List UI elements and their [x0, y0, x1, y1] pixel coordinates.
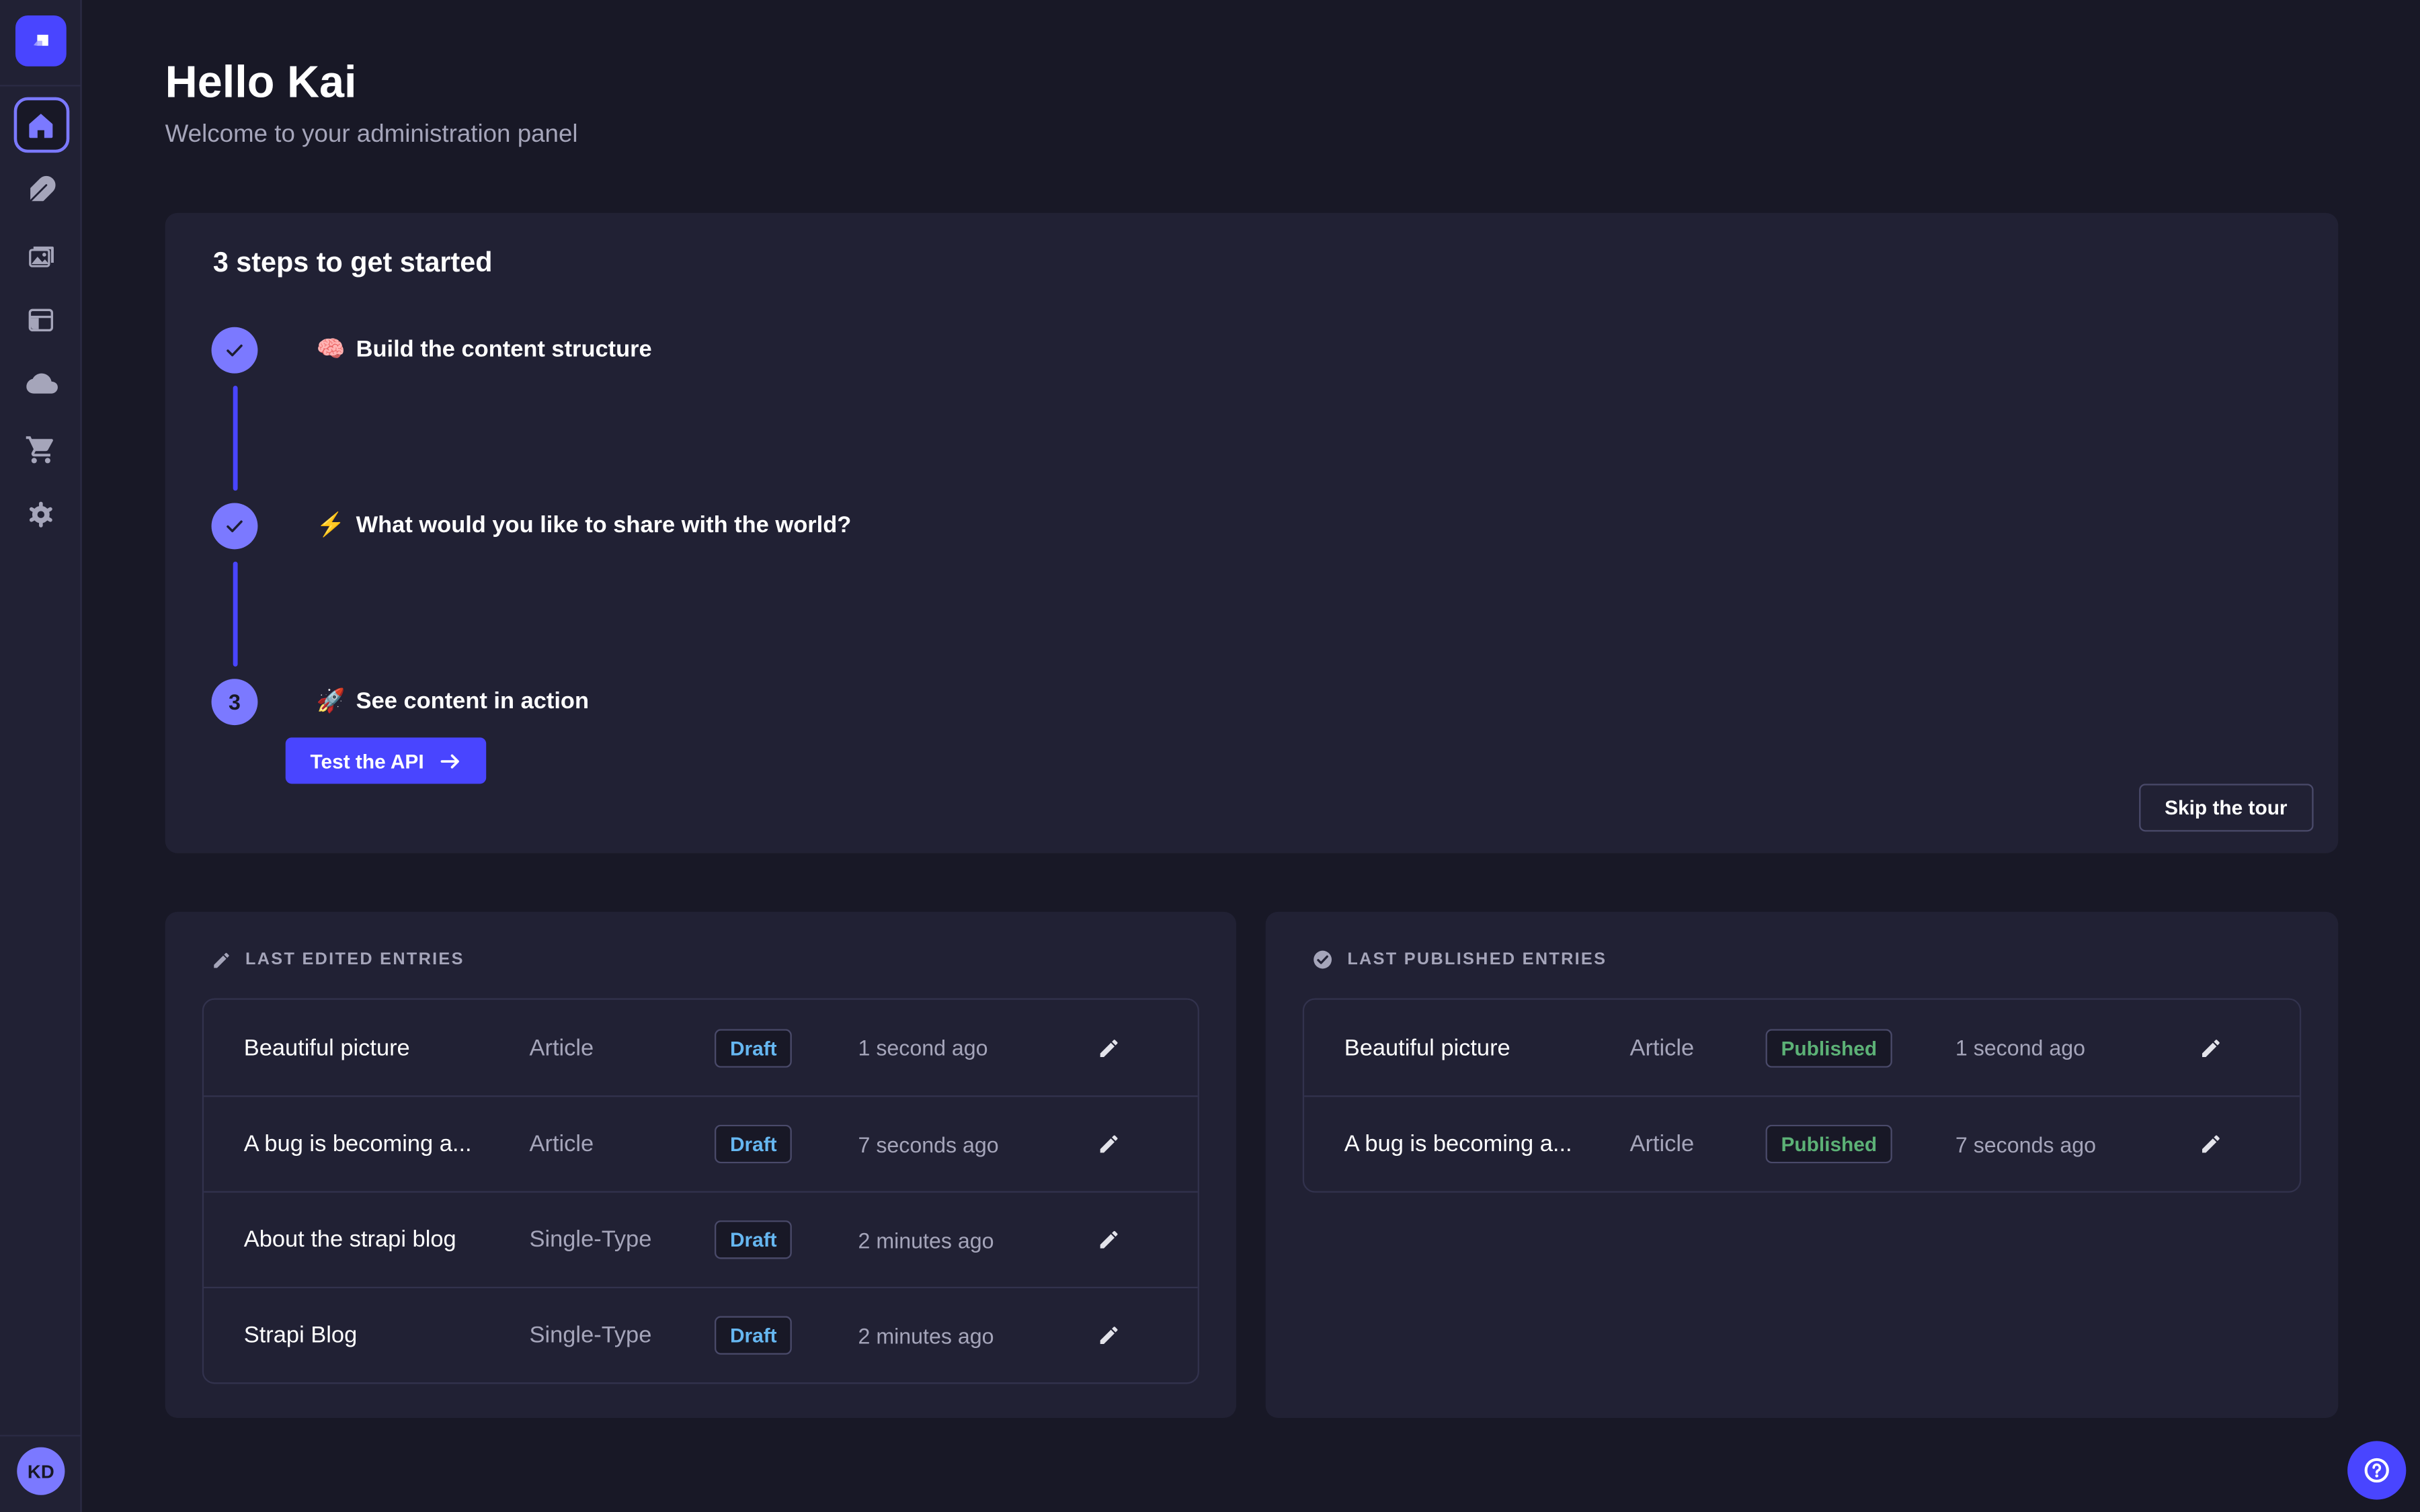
last-edited-entries-card: LAST EDITED ENTRIES Beautiful picture Ar…: [165, 912, 1236, 1418]
edit-entry-button[interactable]: [1097, 1036, 1120, 1059]
edit-entry-button[interactable]: [2200, 1132, 2222, 1155]
table-row: Beautiful picture Article Draft 1 second…: [204, 1000, 1198, 1095]
cloud-icon: [24, 367, 58, 401]
sidebar-item-marketplace[interactable]: [13, 421, 69, 477]
last-edited-table: Beautiful picture Article Draft 1 second…: [202, 998, 1199, 1384]
entry-title[interactable]: A bug is becoming a...: [1344, 1131, 1630, 1157]
edit-entry-button[interactable]: [2200, 1036, 2222, 1059]
lightning-emoji-icon: ⚡: [317, 509, 346, 544]
gear-icon: [25, 497, 57, 530]
entry-updated-time: 2 minutes ago: [858, 1323, 1098, 1348]
entry-type: Article: [1629, 1131, 1765, 1157]
step-connector: [233, 562, 237, 667]
strapi-admin-dashboard: KD Hello Kai Welcome to your administrat…: [0, 0, 2420, 1512]
entry-type: Single-Type: [530, 1226, 715, 1253]
pencil-icon: [1097, 1036, 1120, 1059]
status-badge: Published: [1766, 1125, 1893, 1163]
entry-type: Single-Type: [530, 1322, 715, 1349]
page-subtitle: Welcome to your administration panel: [165, 122, 578, 149]
entry-updated-time: 1 second ago: [858, 1036, 1098, 1060]
entry-updated-time: 7 seconds ago: [858, 1132, 1098, 1157]
entry-updated-time: 2 minutes ago: [858, 1227, 1098, 1252]
pencil-icon: [212, 950, 232, 970]
table-row: Strapi Blog Single-Type Draft 2 minutes …: [204, 1287, 1198, 1382]
sidebar-item-deploy[interactable]: [13, 356, 69, 412]
strapi-logo[interactable]: [15, 15, 67, 67]
pencil-icon: [1097, 1132, 1120, 1155]
question-circle-icon: [2362, 1455, 2392, 1486]
status-badge: Published: [1766, 1028, 1893, 1066]
strapi-logo-icon: [26, 26, 56, 56]
entry-type: Article: [530, 1131, 715, 1157]
sidebar-nav: [0, 97, 82, 542]
entry-type: Article: [530, 1034, 715, 1060]
entry-title[interactable]: A bug is becoming a...: [244, 1131, 530, 1157]
feather-icon: [25, 173, 57, 206]
status-badge: Draft: [715, 1220, 793, 1259]
sidebar-item-settings[interactable]: [13, 486, 69, 542]
step-connector: [233, 386, 237, 491]
images-icon: [25, 239, 57, 271]
edit-entry-button[interactable]: [1097, 1228, 1120, 1251]
check-circle-icon: [1312, 949, 1334, 970]
check-icon: [224, 515, 245, 537]
last-published-title: LAST PUBLISHED ENTRIES: [1347, 950, 1607, 969]
pencil-icon: [2200, 1132, 2222, 1155]
entry-title[interactable]: Strapi Blog: [244, 1322, 530, 1349]
guided-tour-card: 3 steps to get started 🧠Build the conten…: [165, 213, 2339, 853]
brain-emoji-icon: 🧠: [317, 333, 346, 368]
edit-entry-button[interactable]: [1097, 1132, 1120, 1155]
last-published-table: Beautiful picture Article Published 1 se…: [1303, 998, 2301, 1192]
table-row: A bug is becoming a... Article Draft 7 s…: [204, 1095, 1198, 1191]
test-api-button[interactable]: Test the API: [286, 737, 486, 784]
step-2-label: ⚡What would you like to share with the w…: [317, 509, 852, 544]
sidebar-divider: [0, 1435, 80, 1436]
arrow-right-icon: [438, 749, 460, 772]
help-button[interactable]: [2347, 1441, 2406, 1499]
step-3-label: 🚀See content in action: [317, 685, 589, 719]
skip-tour-button[interactable]: Skip the tour: [2138, 784, 2313, 831]
rocket-emoji-icon: 🚀: [317, 685, 346, 719]
last-edited-title: LAST EDITED ENTRIES: [245, 950, 465, 969]
sidebar: KD: [0, 0, 82, 1512]
last-published-entries-card: LAST PUBLISHED ENTRIES Beautiful picture…: [1266, 912, 2339, 1418]
entry-title[interactable]: Beautiful picture: [244, 1034, 530, 1060]
pencil-icon: [1097, 1228, 1120, 1251]
user-avatar[interactable]: KD: [17, 1447, 65, 1495]
step-1-completed-indicator: [212, 327, 258, 374]
entry-updated-time: 1 second ago: [1955, 1036, 2200, 1060]
page-title: Hello Kai: [165, 58, 357, 110]
step-3-number-indicator: 3: [212, 679, 258, 725]
sidebar-divider: [0, 85, 80, 86]
table-row: Beautiful picture Article Published 1 se…: [1304, 1000, 2300, 1095]
step-1-label: 🧠Build the content structure: [317, 333, 652, 368]
sidebar-item-home[interactable]: [13, 97, 69, 153]
step-2-completed-indicator: [212, 503, 258, 549]
status-badge: Draft: [715, 1125, 793, 1163]
entry-title[interactable]: About the strapi blog: [244, 1226, 530, 1253]
status-badge: Draft: [715, 1028, 793, 1066]
entry-updated-time: 7 seconds ago: [1955, 1132, 2200, 1157]
pencil-icon: [2200, 1036, 2222, 1059]
sidebar-item-media-library[interactable]: [13, 227, 69, 283]
sidebar-item-content-type-builder[interactable]: [13, 292, 69, 347]
layout-icon: [25, 303, 57, 335]
last-edited-header: LAST EDITED ENTRIES: [202, 949, 1199, 970]
home-icon: [25, 109, 57, 141]
status-badge: Draft: [715, 1316, 793, 1354]
entry-title[interactable]: Beautiful picture: [1344, 1034, 1630, 1060]
entry-type: Article: [1629, 1034, 1765, 1060]
table-row: About the strapi blog Single-Type Draft …: [204, 1191, 1198, 1286]
table-row: A bug is becoming a... Article Published…: [1304, 1095, 2300, 1191]
edit-entry-button[interactable]: [1097, 1324, 1120, 1347]
sidebar-item-content-manager[interactable]: [13, 162, 69, 218]
cart-icon: [25, 433, 57, 465]
last-published-header: LAST PUBLISHED ENTRIES: [1303, 949, 2301, 970]
pencil-icon: [1097, 1324, 1120, 1347]
check-icon: [224, 339, 245, 361]
tour-title: 3 steps to get started: [213, 247, 493, 279]
